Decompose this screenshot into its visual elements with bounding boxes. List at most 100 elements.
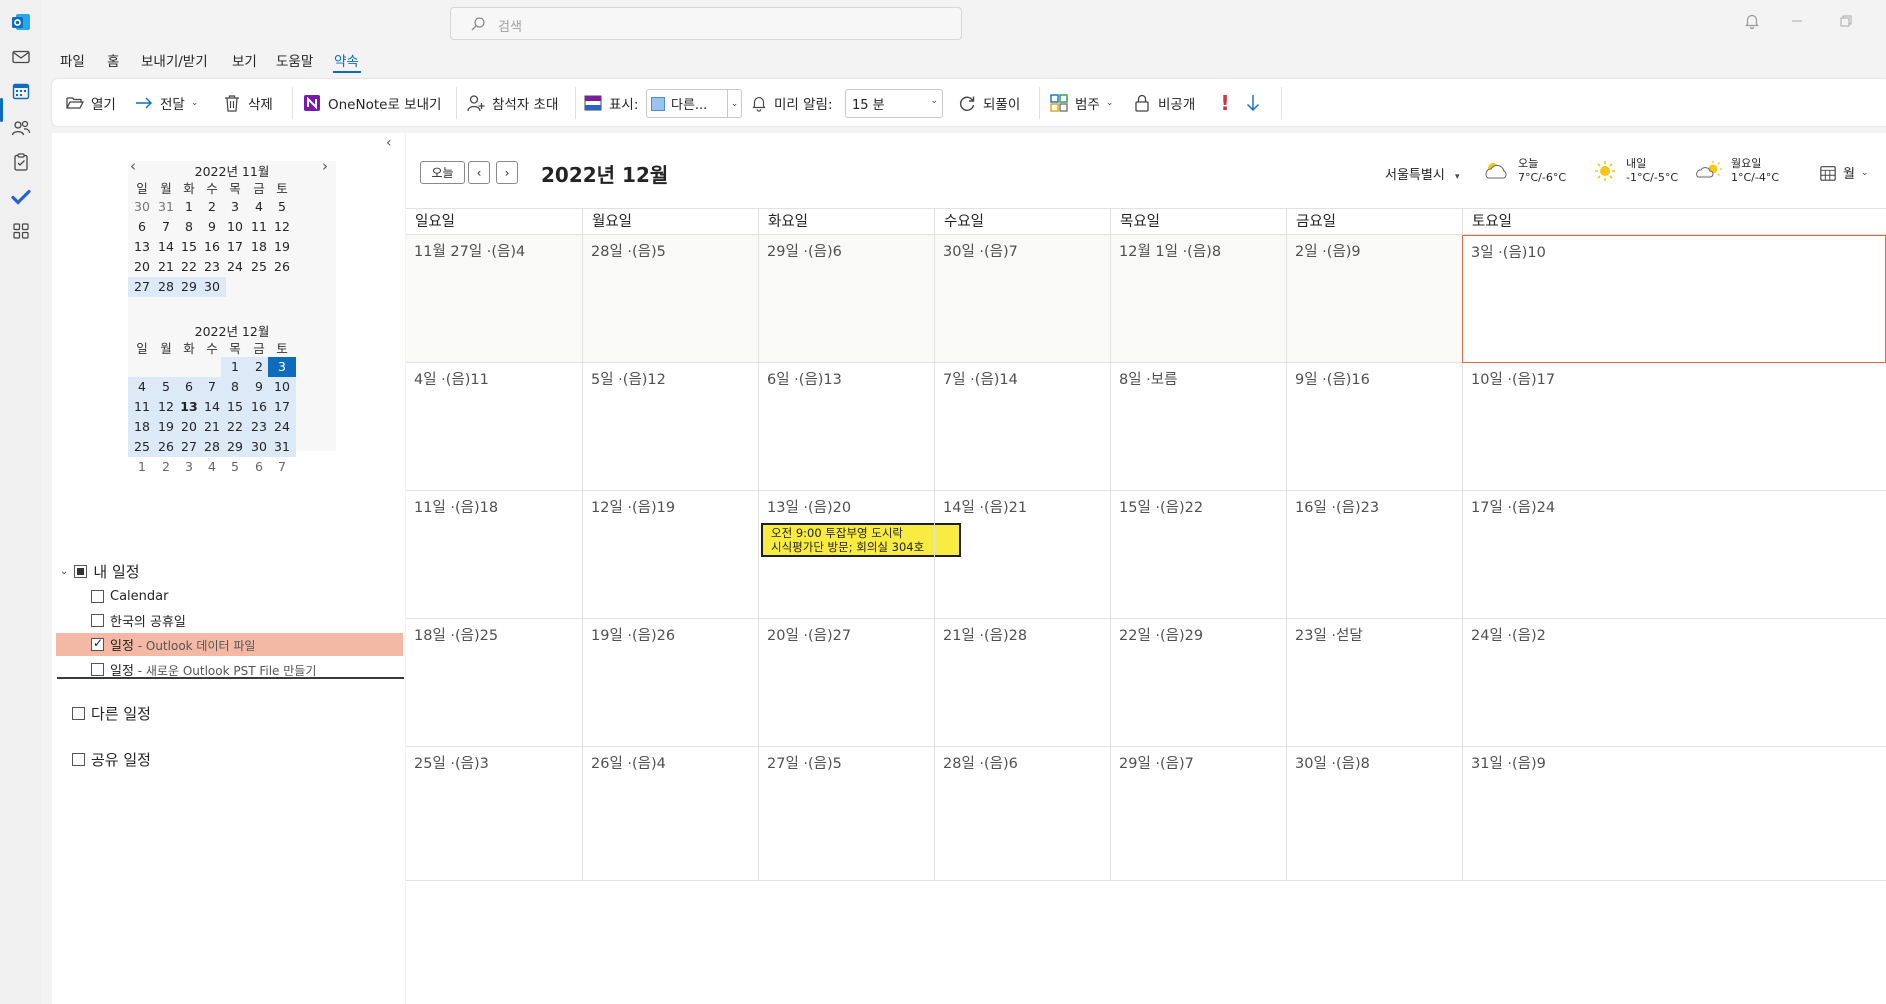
people-icon[interactable] <box>10 117 32 139</box>
calendar-icon[interactable] <box>10 80 32 102</box>
delete-button[interactable]: 삭제 <box>222 90 273 116</box>
today-button[interactable]: 오늘 <box>420 161 465 184</box>
day-cell[interactable]: 12월 1일 ·(음)8 <box>1110 235 1286 363</box>
tasks-icon[interactable] <box>10 151 32 173</box>
reminder-dropdown[interactable]: 15 분 ⌄ <box>845 89 943 118</box>
day-cell[interactable]: 24일 ·(음)2 <box>1462 619 1886 747</box>
show-as-dropdown[interactable]: 다른... ⌄ <box>646 89 742 118</box>
chevron-down-icon: ⌄ <box>60 566 69 577</box>
day-cell[interactable]: 3일 ·(음)10 <box>1462 235 1886 363</box>
day-cell[interactable]: 18일 ·(음)25 <box>406 619 582 747</box>
day-cell[interactable]: 21일 ·(음)28 <box>934 619 1110 747</box>
mini-calendar-day[interactable]: 12 <box>268 217 296 237</box>
next-month-button[interactable]: › <box>496 161 518 184</box>
day-cell[interactable]: 9일 ·(음)16 <box>1286 363 1462 491</box>
mini-calendar-day[interactable]: 26 <box>268 257 296 277</box>
appointment-event[interactable]: 오전 9:00 투잡부영 도시락 시식평가단 방문; 회의실 304호 <box>761 523 961 557</box>
day-cell[interactable]: 28일 ·(음)6 <box>934 747 1110 881</box>
calendar-checkbox[interactable] <box>91 613 104 627</box>
tab-help[interactable]: 도움말 <box>276 50 313 70</box>
mini-calendar-day[interactable]: 10 <box>268 377 296 397</box>
minimize-icon[interactable] <box>1788 12 1806 34</box>
day-cell[interactable]: 30일 ·(음)8 <box>1286 747 1462 881</box>
weather-temp: 7°C/-6°C <box>1518 171 1567 184</box>
open-button[interactable]: 열기 <box>65 90 116 116</box>
day-cell[interactable]: 19일 ·(음)26 <box>582 619 758 747</box>
day-cell[interactable]: 27일 ·(음)5 <box>758 747 934 881</box>
calendar-item-korean-holidays[interactable]: 한국의 공휴일 <box>91 610 391 630</box>
active-indicator <box>0 98 3 122</box>
low-importance-button[interactable] <box>1243 90 1263 116</box>
tab-appointment[interactable]: 약속 <box>334 50 359 70</box>
day-cell[interactable]: 12일 ·(음)19 <box>582 491 758 619</box>
calendar-checkbox[interactable] <box>91 636 104 651</box>
high-importance-button[interactable]: ! <box>1215 90 1235 116</box>
calendar-checkbox[interactable] <box>91 662 104 676</box>
day-cell[interactable]: 6일 ·(음)13 <box>758 363 934 491</box>
day-cell[interactable]: 15일 ·(음)22 <box>1110 491 1286 619</box>
notification-bell-icon[interactable] <box>1743 12 1761 34</box>
day-cell[interactable]: 23일 ·섣달 <box>1286 619 1462 747</box>
weekday-header: 일요일 월요일 화요일 수요일 목요일 금요일 토요일 <box>406 208 1886 235</box>
tab-home[interactable]: 홈 <box>107 50 119 70</box>
calendar-item-new-pst[interactable]: 일정 - 새로운 Outlook PST File 만들기 <box>91 659 401 679</box>
shared-calendars-group[interactable]: 공유 일정 <box>72 749 151 770</box>
day-cell[interactable]: 4일 ·(음)11 <box>406 363 582 491</box>
day-cell[interactable]: 22일 ·(음)29 <box>1110 619 1286 747</box>
forward-button[interactable]: 전달 ⌄ <box>134 90 198 116</box>
day-cell[interactable]: 20일 ·(음)27 <box>758 619 934 747</box>
mini-calendar-day[interactable]: 31 <box>268 437 296 457</box>
day-cell[interactable]: 5일 ·(음)12 <box>582 363 758 491</box>
calendar-checkbox[interactable] <box>91 589 104 603</box>
invite-attendees-button[interactable]: 참석자 초대 <box>466 90 558 116</box>
mini-calendar-day[interactable]: 5 <box>268 197 296 217</box>
group-checkbox[interactable] <box>72 753 85 766</box>
day-cell[interactable]: 25일 ·(음)3 <box>406 747 582 881</box>
tab-view[interactable]: 보기 <box>232 50 257 70</box>
day-cell[interactable]: 30일 ·(음)7 <box>934 235 1110 363</box>
day-cell[interactable]: 11월 27일 ·(음)4 <box>406 235 582 363</box>
calendar-item-calendar[interactable]: Calendar <box>91 586 391 606</box>
private-button[interactable]: 비공개 <box>1132 90 1195 116</box>
mini-calendar-day[interactable]: 24 <box>268 417 296 437</box>
search-box[interactable]: 검색 <box>450 7 962 40</box>
mini-calendar-day[interactable]: 17 <box>268 397 296 417</box>
day-cell[interactable]: 11일 ·(음)18 <box>406 491 582 619</box>
chevron-down-icon[interactable]: ⌄ <box>727 90 741 117</box>
calendar-item-outlook-data[interactable]: 일정 - Outlook 데이터 파일 <box>56 633 403 656</box>
restore-icon[interactable] <box>1837 12 1855 34</box>
day-cell[interactable]: 8일 ·보름 <box>1110 363 1286 491</box>
group-checkbox[interactable] <box>74 565 88 578</box>
weather-location[interactable]: 서울특별시 ▾ <box>1385 164 1459 183</box>
my-calendars-group[interactable]: ⌄ 내 일정 <box>60 561 140 582</box>
day-cell[interactable]: 29일 ·(음)6 <box>758 235 934 363</box>
day-cell[interactable]: 2일 ·(음)9 <box>1286 235 1462 363</box>
prev-month-button[interactable]: ‹ <box>468 161 490 184</box>
mini-calendar-day[interactable]: 19 <box>268 237 296 257</box>
mail-icon[interactable] <box>10 46 32 68</box>
view-selector[interactable]: 월 ⌄ <box>1819 163 1869 182</box>
day-cell[interactable]: 31일 ·(음)9 <box>1462 747 1886 881</box>
categorize-button[interactable]: 범주 ⌄ <box>1049 90 1113 116</box>
todo-check-icon[interactable] <box>10 186 32 208</box>
collapse-pane-icon[interactable]: ‹ <box>386 135 392 151</box>
recurrence-button[interactable]: 되풀이 <box>957 90 1020 116</box>
day-cell[interactable]: 16일 ·(음)23 <box>1286 491 1462 619</box>
day-cell[interactable]: 13일 ·(음)20 오전 9:00 투잡부영 도시락 시식평가단 방문; 회의실 … <box>758 491 961 619</box>
send-to-onenote-button[interactable]: OneNote로 보내기 <box>302 90 441 116</box>
day-cell[interactable]: 17일 ·(음)24 <box>1462 491 1886 619</box>
day-cell[interactable]: 26일 ·(음)4 <box>582 747 758 881</box>
day-cell[interactable]: 7일 ·(음)14 <box>934 363 1110 491</box>
mini-calendar-day[interactable]: 30 <box>198 277 226 297</box>
apps-icon[interactable] <box>10 220 32 242</box>
group-checkbox[interactable] <box>72 707 85 720</box>
mini-calendar-day[interactable]: 3 <box>268 357 296 377</box>
day-cell[interactable]: 10일 ·(음)17 <box>1462 363 1886 491</box>
tab-file[interactable]: 파일 <box>60 50 85 70</box>
day-cell[interactable]: 14일 ·(음)21 <box>934 491 1110 619</box>
day-cell[interactable]: 28일 ·(음)5 <box>582 235 758 363</box>
tab-send-receive[interactable]: 보내기/받기 <box>141 50 208 70</box>
mini-calendar-day[interactable]: 7 <box>268 457 296 477</box>
day-cell[interactable]: 29일 ·(음)7 <box>1110 747 1286 881</box>
other-calendars-group[interactable]: 다른 일정 <box>72 703 151 724</box>
